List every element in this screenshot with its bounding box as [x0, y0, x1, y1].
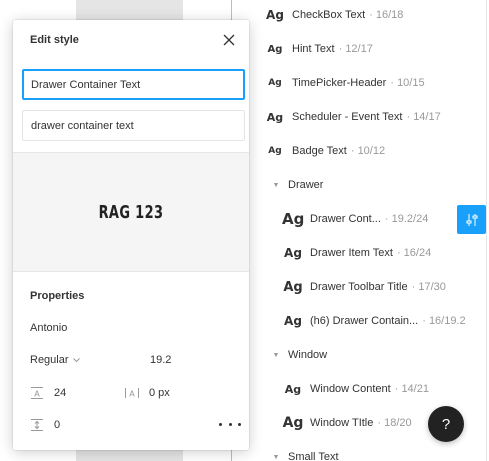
style-meta: · 10/15 [390, 77, 425, 89]
letter-spacing-input[interactable]: A 0 px [124, 386, 170, 400]
style-item-window-content[interactable]: Ag Window Content · 14/21 [282, 377, 429, 401]
caret-down-icon[interactable]: ▼ [268, 454, 284, 461]
style-item-badge-text[interactable]: Ag Badge Text · 10/12 [264, 139, 385, 163]
more-options-icon[interactable] [219, 418, 241, 430]
style-meta: · 16/18 [369, 9, 404, 21]
style-name: Window TItle [310, 417, 374, 429]
group-window[interactable]: ▼ Window [248, 345, 328, 365]
scroll-edge [486, 0, 487, 461]
style-item-checkbox-text[interactable]: Ag CheckBox Text · 16/18 [264, 3, 403, 27]
text-style-icon: Ag [284, 382, 302, 396]
style-name: CheckBox Text [292, 9, 366, 21]
style-item-window-title[interactable]: Ag Window TItle · 18/20 [282, 411, 412, 435]
text-style-icon: Ag [268, 146, 282, 156]
dialog-header: Edit style [13, 20, 249, 60]
style-item-drawer-item-text[interactable]: Ag Drawer Item Text · 16/24 [282, 241, 431, 265]
style-name: Drawer Item Text [310, 247, 393, 259]
text-preview: RAG 123 [13, 152, 249, 272]
letter-spacing-value: 0 px [149, 387, 170, 399]
style-meta: · 14/21 [394, 383, 429, 395]
svg-text:A: A [34, 390, 40, 399]
font-weight-select[interactable]: Regular [30, 354, 80, 366]
style-meta: · 14/17 [406, 111, 441, 123]
text-style-icon: Ag [284, 314, 302, 328]
text-style-icon: Ag [282, 415, 304, 431]
preview-sample: RAG 123 [98, 201, 164, 223]
style-name-input[interactable]: Drawer Container Text [22, 69, 245, 100]
style-name: Badge Text [292, 145, 347, 157]
style-meta: · 16/19.2 [422, 315, 466, 327]
text-style-icon: Ag [268, 78, 282, 88]
style-meta: · 17/30 [411, 281, 446, 293]
svg-text:A: A [129, 390, 135, 399]
style-name: (h6) Drawer Contain... [310, 315, 419, 327]
style-name: TimePicker-Header [292, 77, 387, 89]
caret-down-icon[interactable]: ▼ [268, 182, 284, 189]
text-style-icon: Ag [283, 279, 303, 295]
text-styles-list: Ag CheckBox Text · 16/18 Ag Hint Text · … [248, 0, 489, 461]
paragraph-spacing-value: 0 [54, 419, 61, 431]
sliders-icon [466, 213, 477, 226]
chevron-down-icon [72, 354, 80, 366]
group-name: Window [288, 349, 328, 361]
text-style-icon: Ag [266, 110, 284, 124]
line-height-input[interactable]: A 24 [30, 386, 66, 400]
font-weight-value: Regular [30, 354, 69, 366]
style-description-input[interactable]: drawer container text [22, 110, 245, 141]
line-height-icon: A [30, 386, 44, 400]
dialog-title: Edit style [30, 34, 79, 46]
style-item-h6-drawer-container[interactable]: Ag (h6) Drawer Contain... · 16/19.2 [282, 309, 466, 333]
style-name: Scheduler - Event Text [292, 111, 403, 123]
close-icon[interactable] [221, 32, 237, 48]
style-name: Window Content [310, 383, 391, 395]
style-meta: · 18/20 [377, 417, 412, 429]
style-item-drawer-toolbar-title[interactable]: Ag Drawer Toolbar Title · 17/30 [282, 275, 446, 299]
text-style-icon: Ag [266, 8, 284, 22]
style-name: Drawer Cont... [310, 213, 381, 225]
paragraph-spacing-input[interactable]: 0 [30, 418, 60, 432]
group-small-text[interactable]: ▼ Small Text [248, 447, 339, 461]
style-item-drawer-container-text[interactable]: Ag Drawer Cont... · 19.2/24 [282, 207, 428, 231]
group-name: Drawer [288, 179, 324, 191]
group-name: Small Text [288, 451, 339, 461]
style-item-scheduler-event-text[interactable]: Ag Scheduler - Event Text · 14/17 [264, 105, 441, 129]
style-item-hint-text[interactable]: Ag Hint Text · 12/17 [264, 37, 373, 61]
style-name: Drawer Toolbar Title [310, 281, 408, 293]
caret-down-icon[interactable]: ▼ [268, 352, 284, 359]
edit-style-dialog: Edit style Drawer Container Text drawer … [13, 20, 249, 450]
group-drawer[interactable]: ▼ Drawer [248, 175, 324, 195]
adjust-style-button[interactable] [457, 205, 486, 234]
style-item-timepicker-header[interactable]: Ag TimePicker-Header · 10/15 [264, 71, 425, 95]
help-button[interactable]: ? [428, 406, 464, 442]
style-name: Hint Text [292, 43, 335, 55]
font-size-input[interactable]: 19.2 [150, 354, 171, 366]
font-family-value: Antonio [30, 322, 68, 334]
style-meta: · 16/24 [396, 247, 432, 259]
font-family-select[interactable]: Antonio [30, 322, 67, 334]
text-style-icon: Ag [282, 210, 305, 228]
font-size-value: 19.2 [150, 354, 172, 366]
figma-style-editor: Ag CheckBox Text · 16/18 Ag Hint Text · … [0, 0, 489, 461]
style-meta: · 12/17 [338, 43, 373, 55]
line-height-value: 24 [54, 387, 67, 399]
text-style-icon: Ag [284, 246, 302, 260]
letter-spacing-icon: A [124, 386, 140, 400]
properties-heading: Properties [30, 290, 85, 302]
style-meta: · 19.2/24 [384, 213, 429, 225]
paragraph-spacing-icon [30, 418, 44, 432]
text-style-icon: Ag [267, 43, 283, 55]
style-meta: · 10/12 [350, 145, 386, 157]
